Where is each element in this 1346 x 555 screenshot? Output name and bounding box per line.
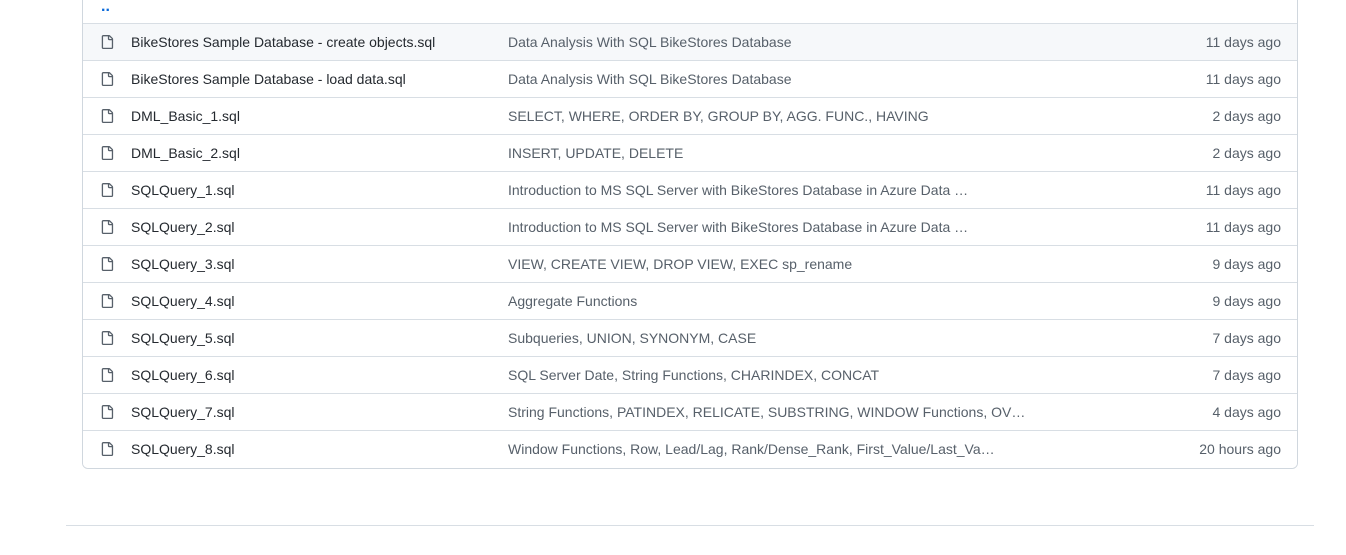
commit-message-link[interactable]: Data Analysis With SQL BikeStores Databa… — [508, 34, 792, 50]
commit-message-link[interactable]: VIEW, CREATE VIEW, DROP VIEW, EXEC sp_re… — [508, 256, 852, 272]
file-icon — [101, 368, 114, 382]
file-row[interactable]: BikeStores Sample Database - load data.s… — [83, 61, 1297, 98]
commit-age: 11 days ago — [1205, 182, 1281, 198]
file-row[interactable]: SQLQuery_1.sql Introduction to MS SQL Se… — [83, 172, 1297, 209]
commit-age: 11 days ago — [1205, 71, 1281, 87]
commit-message-link[interactable]: SQL Server Date, String Functions, CHARI… — [508, 367, 879, 383]
file-icon — [101, 442, 114, 456]
file-name-link[interactable]: SQLQuery_2.sql — [131, 219, 235, 235]
file-name-link[interactable]: DML_Basic_2.sql — [131, 145, 240, 161]
commit-message-link[interactable]: Aggregate Functions — [508, 293, 637, 309]
file-list: .. BikeStores Sample Database - create o… — [82, 0, 1298, 469]
commit-age: 2 days ago — [1212, 145, 1282, 161]
commit-age: 9 days ago — [1212, 293, 1282, 309]
file-icon — [101, 331, 114, 345]
commit-message-link[interactable]: Subqueries, UNION, SYNONYM, CASE — [508, 330, 756, 346]
file-row[interactable]: DML_Basic_1.sql SELECT, WHERE, ORDER BY,… — [83, 98, 1297, 135]
file-name-link[interactable]: SQLQuery_5.sql — [131, 330, 235, 346]
file-row[interactable]: DML_Basic_2.sql INSERT, UPDATE, DELETE 2… — [83, 135, 1297, 172]
commit-message-link[interactable]: String Functions, PATINDEX, RELICATE, SU… — [508, 404, 1025, 420]
file-row[interactable]: SQLQuery_8.sql Window Functions, Row, Le… — [83, 431, 1297, 468]
file-icon — [101, 146, 114, 160]
commit-age: 2 days ago — [1212, 108, 1282, 124]
file-row[interactable]: SQLQuery_6.sql SQL Server Date, String F… — [83, 357, 1297, 394]
commit-age: 9 days ago — [1212, 256, 1282, 272]
commit-age: 11 days ago — [1205, 34, 1281, 50]
commit-age: 11 days ago — [1205, 219, 1281, 235]
parent-directory-row[interactable]: .. — [83, 0, 1297, 24]
file-icon — [101, 109, 114, 123]
commit-age: 7 days ago — [1212, 330, 1282, 346]
commit-message-link[interactable]: SELECT, WHERE, ORDER BY, GROUP BY, AGG. … — [508, 108, 929, 124]
file-name-link[interactable]: BikeStores Sample Database - load data.s… — [131, 71, 406, 87]
file-name-link[interactable]: DML_Basic_1.sql — [131, 108, 240, 124]
commit-message-link[interactable]: Introduction to MS SQL Server with BikeS… — [508, 182, 968, 198]
file-icon — [101, 183, 114, 197]
file-name-link[interactable]: SQLQuery_6.sql — [131, 367, 235, 383]
commit-message-link[interactable]: Window Functions, Row, Lead/Lag, Rank/De… — [508, 441, 995, 457]
file-name-link[interactable]: SQLQuery_3.sql — [131, 256, 235, 272]
file-name-link[interactable]: SQLQuery_1.sql — [131, 182, 235, 198]
file-icon — [101, 405, 114, 419]
file-row[interactable]: SQLQuery_5.sql Subqueries, UNION, SYNONY… — [83, 320, 1297, 357]
file-icon — [101, 72, 114, 86]
file-row[interactable]: SQLQuery_3.sql VIEW, CREATE VIEW, DROP V… — [83, 246, 1297, 283]
commit-age: 7 days ago — [1212, 367, 1282, 383]
commit-age: 4 days ago — [1212, 404, 1282, 420]
file-row[interactable]: SQLQuery_2.sql Introduction to MS SQL Se… — [83, 209, 1297, 246]
commit-message-link[interactable]: INSERT, UPDATE, DELETE — [508, 145, 683, 161]
commit-age: 20 hours ago — [1199, 441, 1281, 457]
file-name-link[interactable]: SQLQuery_7.sql — [131, 404, 235, 420]
file-name-link[interactable]: SQLQuery_8.sql — [131, 441, 235, 457]
file-row[interactable]: SQLQuery_4.sql Aggregate Functions 9 day… — [83, 283, 1297, 320]
parent-directory-link[interactable]: .. — [101, 0, 110, 15]
file-row[interactable]: BikeStores Sample Database - create obje… — [83, 24, 1297, 61]
commit-message-link[interactable]: Introduction to MS SQL Server with BikeS… — [508, 219, 968, 235]
file-icon — [101, 294, 114, 308]
file-icon — [101, 257, 114, 271]
file-icon — [101, 35, 114, 49]
footer-divider — [66, 525, 1314, 526]
file-icon — [101, 220, 114, 234]
file-name-link[interactable]: SQLQuery_4.sql — [131, 293, 235, 309]
file-name-link[interactable]: BikeStores Sample Database - create obje… — [131, 34, 435, 50]
file-row[interactable]: SQLQuery_7.sql String Functions, PATINDE… — [83, 394, 1297, 431]
commit-message-link[interactable]: Data Analysis With SQL BikeStores Databa… — [508, 71, 792, 87]
